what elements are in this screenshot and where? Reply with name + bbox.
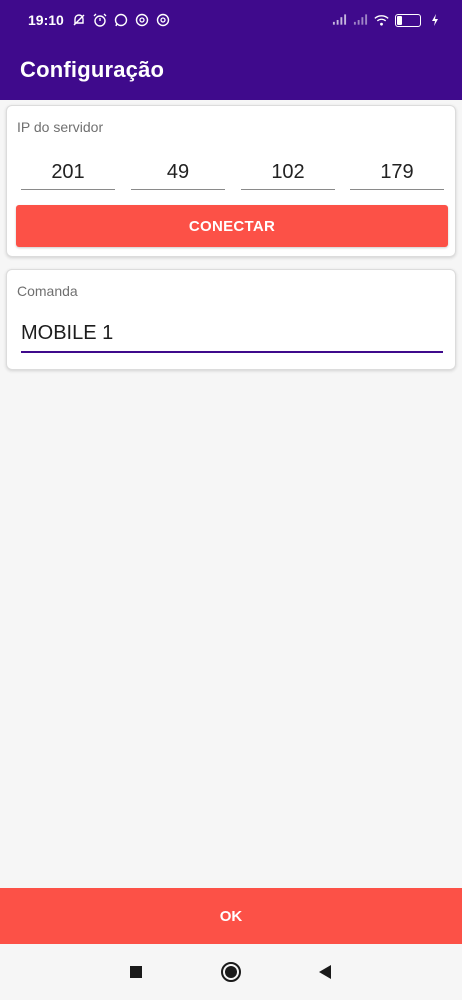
comanda-label: Comanda — [17, 283, 78, 299]
comanda-card: Comanda MOBILE 1 — [6, 269, 456, 370]
home-circle-icon[interactable] — [216, 957, 246, 987]
at-sign-icon — [135, 13, 150, 28]
wifi-icon — [374, 13, 389, 28]
signal-icon — [332, 13, 347, 28]
ok-button[interactable]: OK — [0, 888, 462, 944]
charging-icon — [427, 13, 442, 28]
screen: 19:10 22 Configuração IP do servidor 201… — [0, 0, 462, 1000]
status-icons-right: 22 — [332, 13, 442, 28]
page-title: Configuração — [20, 57, 165, 82]
alarm-icon — [93, 13, 108, 28]
app-bar: Configuração — [0, 40, 462, 100]
ip-octet-2-input[interactable]: 49 — [131, 156, 225, 190]
battery-percent: 22 — [402, 15, 413, 25]
whatsapp-icon — [114, 13, 129, 28]
recents-square-icon[interactable] — [121, 957, 151, 987]
back-triangle-icon[interactable] — [310, 957, 340, 987]
battery-level-fill — [397, 15, 403, 25]
comanda-input[interactable]: MOBILE 1 — [21, 316, 443, 353]
server-ip-card: IP do servidor 201 49 102 179 CONECTAR — [6, 105, 456, 257]
status-icons-left — [72, 13, 171, 28]
navigation-bar — [0, 944, 462, 1000]
at-sign-icon — [156, 13, 171, 28]
ip-octet-1-input[interactable]: 201 — [21, 156, 115, 190]
status-bar: 19:10 22 — [0, 0, 462, 40]
status-time: 19:10 — [28, 12, 64, 28]
bell-off-icon — [72, 13, 87, 28]
ip-octet-4-input[interactable]: 179 — [350, 156, 444, 190]
server-ip-label: IP do servidor — [17, 119, 104, 135]
battery-icon: 22 — [395, 13, 421, 27]
connect-button[interactable]: CONECTAR — [16, 205, 448, 247]
ip-octet-3-input[interactable]: 102 — [241, 156, 335, 190]
signal-icon — [353, 13, 368, 28]
